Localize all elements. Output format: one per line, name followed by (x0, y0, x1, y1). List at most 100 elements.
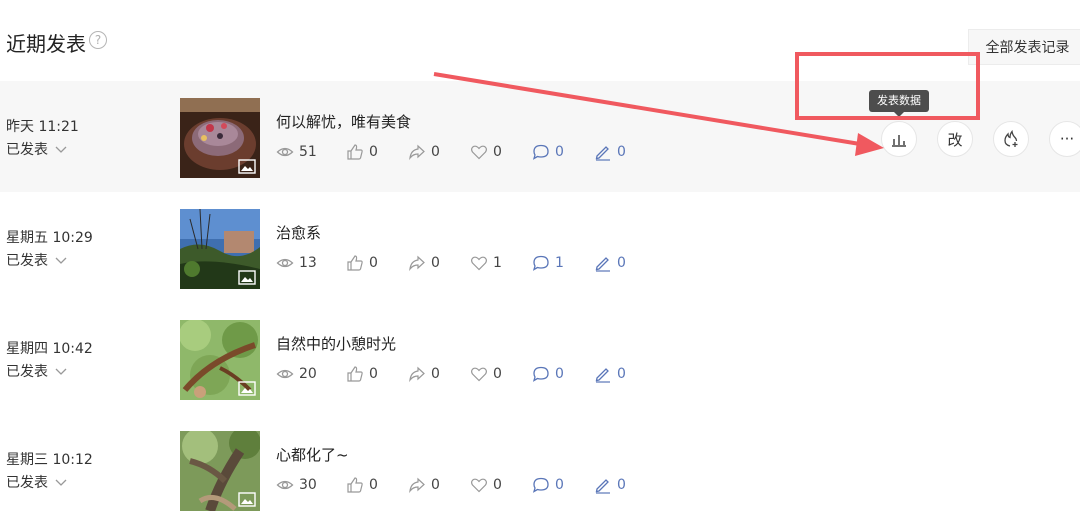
share-icon (409, 255, 425, 272)
edits-count: 0 (617, 477, 626, 493)
image-icon (238, 381, 256, 396)
favorites-stat: 0 (470, 476, 502, 494)
shares-stat: 0 (408, 143, 440, 161)
status-dropdown[interactable]: 已发表 (6, 139, 68, 159)
post-thumbnail[interactable] (180, 209, 260, 289)
post-row[interactable]: 星期四 10:42 已发表 自然中的小憩时光 20 0 0 0 0 0 (0, 303, 1080, 414)
shares-stat: 0 (408, 254, 440, 272)
comments-count: 0 (555, 144, 564, 160)
likes-count: 0 (369, 477, 378, 493)
status-dropdown[interactable]: 已发表 (6, 361, 68, 381)
edits-count: 0 (617, 255, 626, 271)
status-label: 已发表 (6, 364, 48, 380)
share-icon (409, 144, 425, 161)
likes-stat: 0 (346, 143, 378, 161)
heart-icon (471, 367, 487, 382)
bar-chart-icon (892, 135, 906, 147)
post-time: 昨天 11:21 (6, 119, 79, 135)
views-count: 13 (299, 255, 317, 271)
comments-count: 0 (555, 477, 564, 493)
edits-stat[interactable]: 0 (594, 254, 626, 272)
comments-count: 0 (555, 366, 564, 382)
likes-count: 0 (369, 366, 378, 382)
stats-button[interactable] (881, 121, 917, 157)
promote-button[interactable] (993, 121, 1029, 157)
all-records-button[interactable]: 全部发表记录 (968, 29, 1080, 65)
shares-count: 0 (431, 477, 440, 493)
edits-stat[interactable]: 0 (594, 365, 626, 383)
favorites-count: 1 (493, 255, 502, 271)
post-row[interactable]: 星期五 10:29 已发表 治愈系 13 0 0 1 1 0 (0, 192, 1080, 303)
post-time: 星期五 10:29 (6, 230, 93, 246)
post-time: 星期四 10:42 (6, 341, 93, 357)
shares-count: 0 (431, 144, 440, 160)
status-label: 已发表 (6, 253, 48, 269)
edit-button[interactable]: 改 (937, 121, 973, 157)
shares-stat: 0 (408, 476, 440, 494)
edits-count: 0 (617, 366, 626, 382)
post-row[interactable]: 星期三 10:12 已发表 心都化了~ 30 0 0 0 0 0 (0, 414, 1080, 525)
edits-stat[interactable]: 0 (594, 476, 626, 494)
heart-icon (471, 478, 487, 493)
thumbs-up-icon (347, 144, 363, 160)
image-icon (238, 159, 256, 174)
heart-icon (471, 256, 487, 271)
views-stat: 30 (276, 476, 317, 494)
pen-icon (595, 257, 610, 272)
chevron-down-icon (55, 146, 67, 153)
status-dropdown[interactable]: 已发表 (6, 250, 68, 270)
comment-icon (532, 477, 549, 493)
likes-stat: 0 (346, 254, 378, 272)
page-title: 近期发表 (6, 32, 86, 56)
thumbs-up-icon (347, 366, 363, 382)
status-dropdown[interactable]: 已发表 (6, 472, 68, 492)
annotation-highlight-box (795, 52, 980, 120)
chevron-down-icon (55, 257, 67, 264)
comments-count: 1 (555, 255, 564, 271)
comments-stat[interactable]: 0 (532, 365, 564, 383)
image-icon (238, 492, 256, 507)
views-count: 51 (299, 144, 317, 160)
comments-stat[interactable]: 0 (532, 476, 564, 494)
edits-stat[interactable]: 0 (594, 143, 626, 161)
shares-stat: 0 (408, 365, 440, 383)
views-stat: 13 (276, 254, 317, 272)
likes-stat: 0 (346, 365, 378, 383)
post-time: 星期三 10:12 (6, 452, 93, 468)
favorites-count: 0 (493, 477, 502, 493)
views-count: 30 (299, 477, 317, 493)
favorites-stat: 1 (470, 254, 502, 272)
pen-icon (595, 146, 610, 161)
pen-icon (595, 479, 610, 494)
comment-icon (532, 144, 549, 160)
post-title[interactable]: 治愈系 (276, 222, 321, 243)
comment-icon (532, 366, 549, 382)
post-title[interactable]: 何以解忧，唯有美食 (276, 111, 411, 132)
comments-stat[interactable]: 1 (532, 254, 564, 272)
heart-icon (471, 145, 487, 160)
post-title[interactable]: 自然中的小憩时光 (276, 333, 396, 354)
comments-stat[interactable]: 0 (532, 143, 564, 161)
favorites-stat: 0 (470, 365, 502, 383)
post-title[interactable]: 心都化了~ (276, 444, 349, 465)
eye-icon (276, 147, 294, 157)
help-icon[interactable]: ? (89, 31, 107, 49)
eye-icon (276, 480, 294, 490)
eye-icon (276, 258, 294, 268)
post-thumbnail[interactable] (180, 98, 260, 178)
comment-icon (532, 255, 549, 271)
favorites-stat: 0 (470, 143, 502, 161)
post-thumbnail[interactable] (180, 320, 260, 400)
post-thumbnail[interactable] (180, 431, 260, 511)
favorites-count: 0 (493, 366, 502, 382)
shares-count: 0 (431, 255, 440, 271)
likes-count: 0 (369, 144, 378, 160)
share-icon (409, 366, 425, 383)
thumbs-up-icon (347, 477, 363, 493)
status-label: 已发表 (6, 142, 48, 158)
chevron-down-icon (55, 368, 67, 375)
more-button[interactable]: ··· (1049, 121, 1080, 157)
status-label: 已发表 (6, 475, 48, 491)
share-icon (409, 477, 425, 494)
chevron-down-icon (55, 479, 67, 486)
